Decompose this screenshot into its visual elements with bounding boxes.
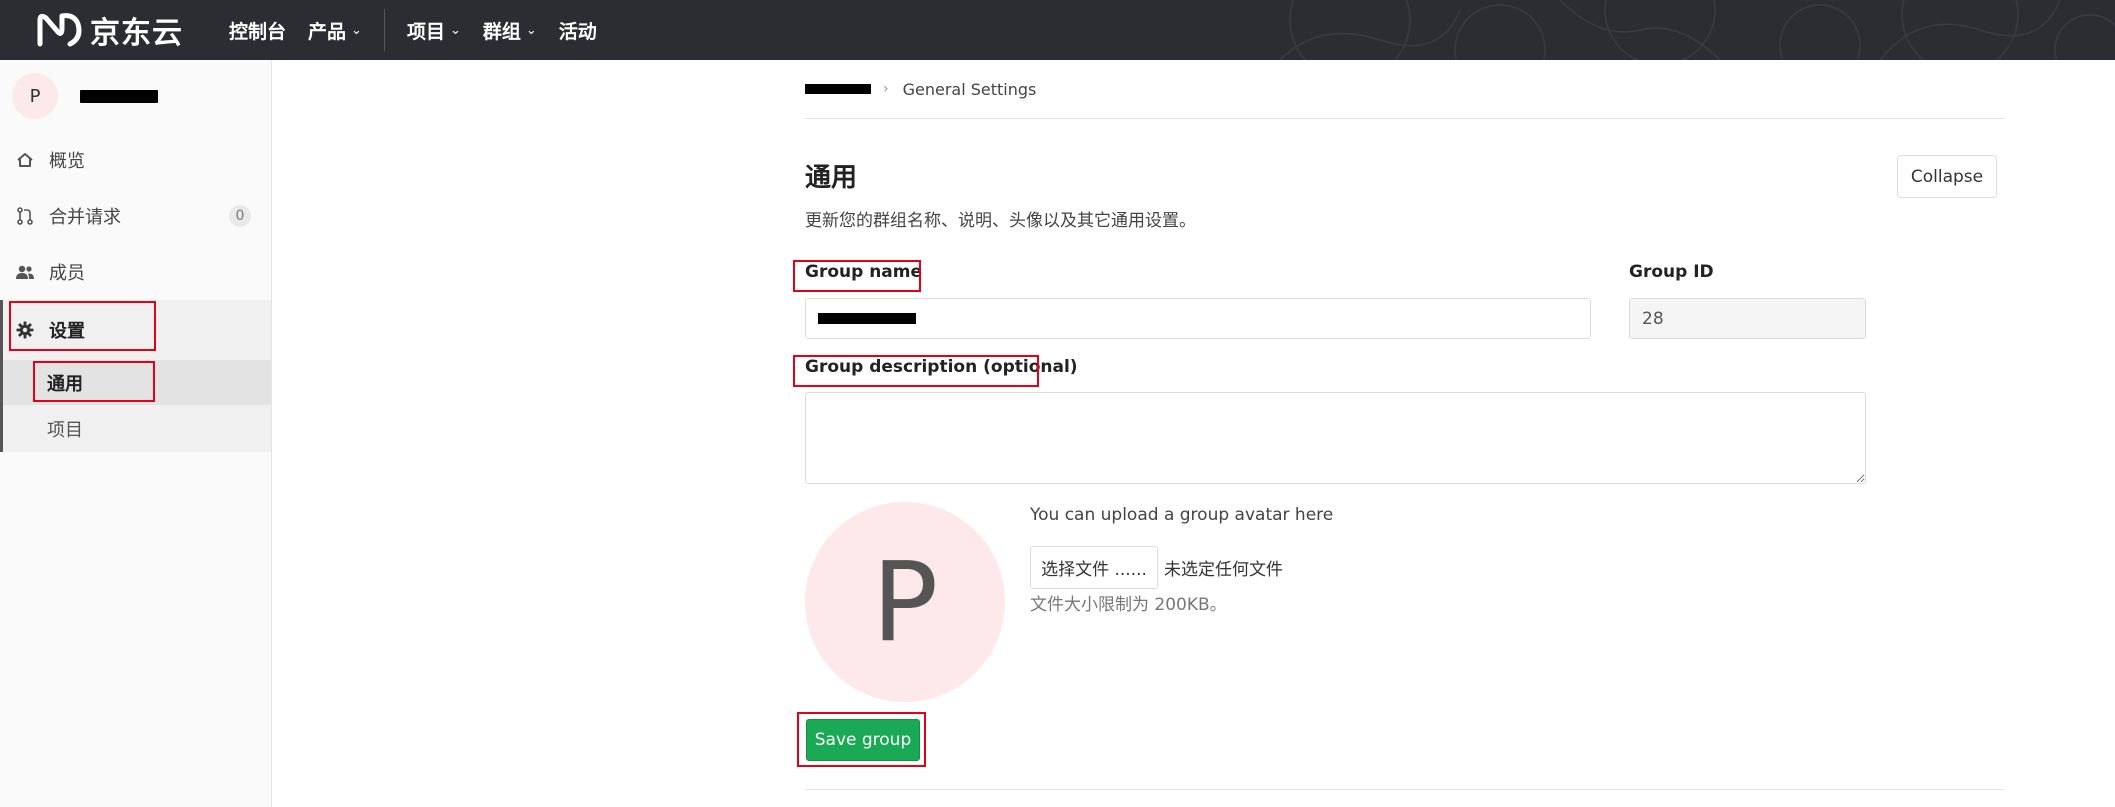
group-name-value-redacted <box>818 313 916 324</box>
sidebar-item-members[interactable]: 成员 <box>0 244 271 300</box>
file-size-limit: 文件大小限制为 200KB。 <box>1030 595 1227 615</box>
section-description: 更新您的群组名称、说明、头像以及其它通用设置。 <box>805 211 1196 231</box>
group-sidebar: P 概览 合并请求 0 成员 设置 通用 项目 <box>0 60 272 807</box>
group-avatar-preview: P <box>805 502 1005 702</box>
group-description-label-wrap: Group description (optional) <box>805 357 1078 377</box>
group-name-input[interactable] <box>805 298 1591 339</box>
nav-products-label: 产品 <box>308 20 347 43</box>
merge-request-icon <box>16 206 40 226</box>
nav-groups-label: 群组 <box>482 20 521 43</box>
group-name-redacted <box>80 89 158 103</box>
avatar-upload-hint-wrap: You can upload a group avatar here <box>1030 505 1333 525</box>
nav-groups[interactable]: 群组 ⌄ <box>483 17 537 44</box>
chevron-down-icon: ⌄ <box>525 22 537 38</box>
sidebar-item-label: 设置 <box>49 321 85 342</box>
chevron-down-icon: ⌄ <box>449 22 461 38</box>
sidebar-item-overview[interactable]: 概览 <box>0 132 271 188</box>
main-nav: 控制台 产品 ⌄ 项目 ⌄ 群组 ⌄ 活动 <box>229 0 619 60</box>
group-name-label: Group name <box>805 262 923 282</box>
sidebar-item-label: 概览 <box>49 151 85 172</box>
nav-console-label: 控制台 <box>229 20 287 43</box>
nav-projects-label: 项目 <box>406 20 445 43</box>
nav-console[interactable]: 控制台 <box>229 17 286 44</box>
group-id-value: 28 <box>1642 308 1664 329</box>
group-name-label-wrap: Group name <box>805 262 922 282</box>
top-navbar: 京东云 控制台 产品 ⌄ 项目 ⌄ 群组 ⌄ 活动 <box>0 0 2115 60</box>
sidebar-item-label: 成员 <box>49 263 85 284</box>
sidebar-group-header[interactable]: P <box>0 60 271 132</box>
home-icon <box>16 150 40 170</box>
nav-projects[interactable]: 项目 ⌄ <box>407 17 461 44</box>
sidebar-subitem-projects[interactable]: 项目 <box>3 405 271 452</box>
sidebar-settings-group: 设置 通用 项目 <box>0 300 271 452</box>
chevron-down-icon: ⌄ <box>351 22 362 38</box>
group-description-label: Group description (optional) <box>805 357 1078 377</box>
breadcrumb-separator: › <box>883 81 889 97</box>
file-status-text: 未选定任何文件 <box>1164 560 1283 580</box>
file-size-limit-wrap: 文件大小限制为 200KB。 <box>1030 590 1227 615</box>
group-avatar: P <box>12 73 58 119</box>
sidebar-subitem-general[interactable]: 通用 <box>3 360 271 405</box>
sidebar-item-label: 合并请求 <box>49 207 121 228</box>
file-picker: 选择文件 ...... 未选定任何文件 <box>1030 546 1283 589</box>
sidebar-subitem-label: 项目 <box>47 419 83 441</box>
save-group-button[interactable]: Save group <box>806 719 920 761</box>
jdcloud-logo-icon <box>37 13 82 47</box>
breadcrumb-group-link-redacted[interactable] <box>805 84 871 94</box>
group-id-label: Group ID <box>1629 262 1714 282</box>
section-divider <box>805 789 2005 790</box>
sidebar-item-settings[interactable]: 设置 <box>3 300 271 360</box>
nav-activity[interactable]: 活动 <box>559 17 597 44</box>
sidebar-item-merge-requests[interactable]: 合并请求 0 <box>0 188 271 244</box>
group-id-label-wrap: Group ID <box>1629 262 1714 282</box>
section-title: 通用 <box>805 163 858 193</box>
nav-activity-label: 活动 <box>558 20 597 43</box>
users-icon <box>16 262 40 282</box>
breadcrumb: › General Settings <box>805 60 2005 119</box>
group-id-input[interactable]: 28 <box>1629 298 1866 339</box>
merge-request-count-badge: 0 <box>229 205 251 227</box>
sidebar-subitem-label: 通用 <box>47 373 83 395</box>
breadcrumb-current: General Settings <box>902 79 1037 99</box>
group-description-textarea[interactable] <box>805 392 1866 484</box>
avatar-upload-hint: You can upload a group avatar here <box>1030 505 1334 525</box>
collapse-button[interactable]: Collapse <box>1897 155 1997 198</box>
nav-products[interactable]: 产品 ⌄ <box>308 17 362 44</box>
logo-text: 京东云 <box>90 16 183 51</box>
nav-divider <box>383 9 385 51</box>
general-settings-section: 通用 更新您的群组名称、说明、头像以及其它通用设置。 Collapse <box>805 155 2005 231</box>
gear-icon <box>16 320 40 340</box>
choose-file-button[interactable]: 选择文件 ...... <box>1030 546 1158 589</box>
jdcloud-logo[interactable]: 京东云 <box>34 0 183 60</box>
main-content: › General Settings 通用 更新您的群组名称、说明、头像以及其它… <box>793 60 2005 790</box>
